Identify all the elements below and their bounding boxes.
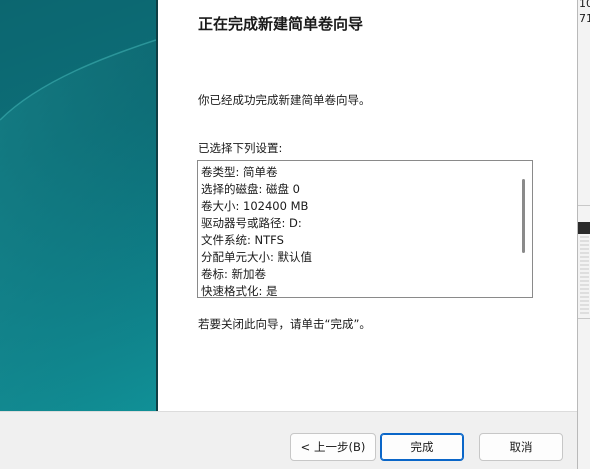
background-text-second: 71 xyxy=(579,12,590,25)
finish-button[interactable]: 完成 xyxy=(380,433,464,461)
setting-selected-disk: 选择的磁盘: 磁盘 0 xyxy=(201,182,301,196)
settings-label: 已选择下列设置: xyxy=(198,141,283,155)
background-divider xyxy=(578,205,590,206)
setting-drive-letter: 驱动器号或路径: D: xyxy=(201,216,302,230)
background-hatch-pattern xyxy=(580,236,589,316)
settings-scrollbar-thumb[interactable] xyxy=(522,179,525,253)
setting-quick-format: 快速格式化: 是 xyxy=(201,284,278,298)
settings-list: 卷类型: 简单卷 选择的磁盘: 磁盘 0 卷大小: 102400 MB 驱动器号… xyxy=(201,164,513,298)
background-window-edge: 10 71 xyxy=(577,0,590,469)
background-dark-block xyxy=(578,222,590,234)
wizard-banner-image xyxy=(0,0,156,411)
setting-allocation-unit: 分配单元大小: 默认值 xyxy=(201,250,313,264)
cancel-button[interactable]: 取消 xyxy=(479,433,563,461)
wizard-title: 正在完成新建简单卷向导 xyxy=(198,15,364,33)
wizard-description: 你已经成功完成新建简单卷向导。 xyxy=(198,93,371,107)
banner-curve-graphic xyxy=(0,0,156,411)
wizard-content-panel: 正在完成新建简单卷向导 你已经成功完成新建简单卷向导。 已选择下列设置: 卷类型… xyxy=(158,0,577,411)
background-text-top: 10 xyxy=(579,0,590,10)
setting-volume-label: 卷标: 新加卷 xyxy=(201,267,267,281)
back-button[interactable]: < 上一步(B) xyxy=(290,433,376,461)
close-hint-text: 若要关闭此向导，请单击“完成”。 xyxy=(198,317,371,331)
wizard-window: 正在完成新建简单卷向导 你已经成功完成新建简单卷向导。 已选择下列设置: 卷类型… xyxy=(0,0,590,469)
button-bar: < 上一步(B) 完成 取消 xyxy=(0,411,577,469)
setting-volume-type: 卷类型: 简单卷 xyxy=(201,165,278,179)
settings-summary-box[interactable]: 卷类型: 简单卷 选择的磁盘: 磁盘 0 卷大小: 102400 MB 驱动器号… xyxy=(197,160,533,298)
setting-volume-size: 卷大小: 102400 MB xyxy=(201,199,309,213)
setting-file-system: 文件系统: NTFS xyxy=(201,233,284,247)
background-divider-lower xyxy=(578,318,590,319)
